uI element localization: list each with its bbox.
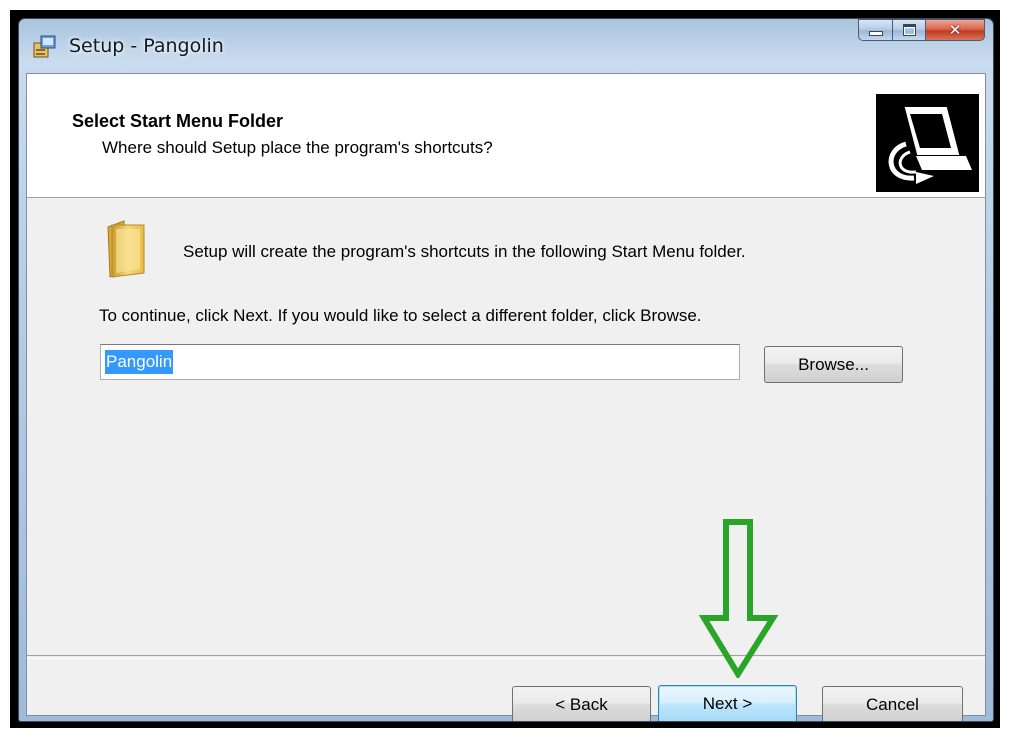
next-button[interactable]: Next >: [658, 685, 797, 721]
title-bar[interactable]: Setup - Pangolin ✕: [19, 19, 993, 73]
folder-icon: [107, 220, 145, 278]
folder-input-value: Pangolin: [105, 350, 174, 374]
window-title: Setup - Pangolin: [69, 35, 224, 57]
instruction-text: To continue, click Next. If you would li…: [99, 306, 702, 325]
footer-separator: [27, 655, 985, 659]
minimize-icon: [868, 30, 883, 36]
page-title: Select Start Menu Folder: [72, 111, 284, 131]
dialog-client-area: Select Start Menu Folder Where should Se…: [26, 73, 986, 721]
wizard-header: Select Start Menu Folder Where should Se…: [27, 74, 985, 198]
cancel-button[interactable]: Cancel: [822, 686, 963, 721]
page-subtitle: Where should Setup place the program's s…: [102, 138, 493, 157]
back-button[interactable]: < Back: [512, 686, 651, 721]
start-menu-folder-input[interactable]: Pangolin: [100, 344, 740, 380]
maximize-button[interactable]: [892, 19, 925, 41]
green-down-arrow: [699, 519, 779, 678]
info-text: Setup will create the program's shortcut…: [183, 242, 746, 261]
setup-window: Setup - Pangolin ✕ Select Start Menu Fol…: [18, 18, 994, 722]
computer-wizard-icon: [876, 94, 979, 192]
close-button[interactable]: ✕: [925, 19, 985, 41]
caption-buttons: ✕: [858, 19, 985, 41]
maximize-icon: [902, 24, 916, 36]
setup-installer-icon: [33, 35, 56, 58]
minimize-button[interactable]: [858, 19, 892, 41]
browse-button[interactable]: Browse...: [764, 346, 903, 383]
close-icon: ✕: [948, 21, 962, 39]
